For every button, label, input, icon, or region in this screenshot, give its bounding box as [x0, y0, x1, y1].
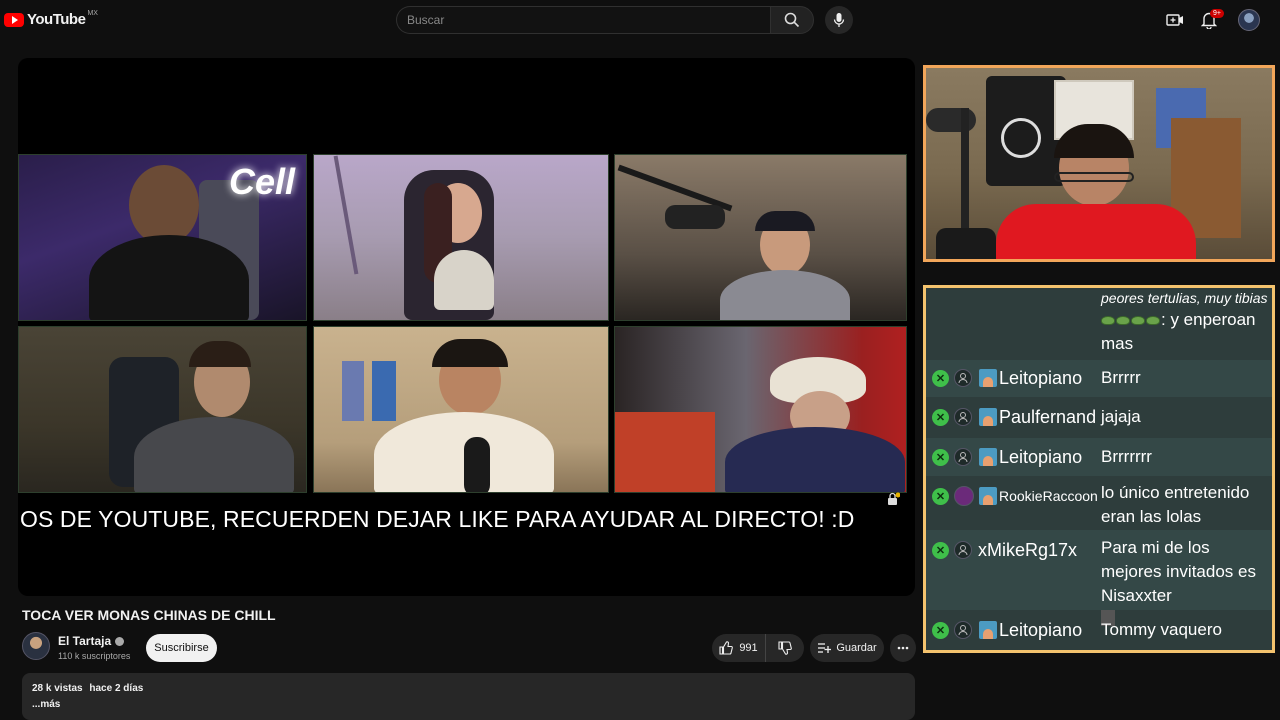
subscriber-badge-icon — [979, 369, 997, 387]
verified-icon — [115, 637, 125, 647]
stream-tile-2 — [313, 154, 609, 321]
cell-neon-sign: Cell — [229, 161, 296, 202]
partial-line-2-text: : y enperoan — [1161, 310, 1256, 329]
chat-text: lo único entretenido eran las lolas — [1101, 483, 1250, 526]
chat-username: Paulfernand — [999, 407, 1097, 427]
video-title: TOCA VER MONAS CHINAS DE CHILL — [22, 607, 276, 623]
partial-line-3: mas — [1101, 334, 1134, 353]
subscribe-button[interactable]: Suscribirse — [146, 634, 217, 662]
logo-text: YouTube — [27, 11, 86, 28]
notification-count-badge: 9+ — [1210, 9, 1224, 18]
chat-username: Leitopiano — [999, 447, 1083, 467]
chat-text: Brrrrrrr — [1101, 447, 1152, 466]
create-button[interactable] — [1165, 10, 1185, 30]
view-count: 28 k vistas — [32, 683, 83, 694]
account-avatar[interactable] — [1238, 9, 1260, 31]
save-button[interactable]: Guardar — [810, 634, 884, 662]
like-count: 991 — [739, 642, 758, 654]
subscriber-badge-icon — [979, 487, 997, 505]
show-more-link[interactable]: ...más — [32, 699, 905, 710]
youtube-logo[interactable]: YouTube MX — [4, 10, 98, 28]
search-box — [396, 6, 770, 34]
chat-message: ✕ Leitopiano Brrrrr — [926, 360, 1272, 397]
stream-tile-3 — [614, 154, 907, 321]
create-video-icon — [1166, 14, 1183, 26]
chat-username: Leitopiano — [999, 620, 1083, 640]
user-badge-icon — [954, 448, 972, 466]
thumbs-up-icon — [719, 641, 734, 655]
description-box[interactable]: 28 k vistas hace 2 días ...más — [22, 673, 915, 720]
moderator-badge-icon: ✕ — [932, 488, 949, 505]
like-dislike-group: 991 — [712, 634, 804, 662]
upload-date: hace 2 días — [89, 683, 144, 694]
chat-text: Tommy vaquero — [1101, 620, 1222, 639]
chat-message: ✕ RookieRaccoon lo único entretenido era… — [926, 477, 1272, 529]
more-actions-button[interactable] — [890, 634, 916, 662]
chat-message: ✕ Paulfernand jajaja — [926, 398, 1272, 437]
chat-partial-message: peores tertulias, muy tibias : y enperoa… — [926, 288, 1272, 360]
lock-icon — [888, 492, 900, 505]
top-bar: YouTube MX 9+ — [0, 0, 1280, 42]
dislike-button[interactable] — [766, 634, 804, 662]
like-button[interactable]: 991 — [712, 634, 766, 662]
channel-name[interactable]: El Tartaja — [58, 634, 111, 648]
moderator-badge-icon: ✕ — [932, 622, 949, 639]
chat-text: Brrrrr — [1101, 368, 1141, 387]
moderator-badge-icon: ✕ — [932, 449, 949, 466]
moderator-badge-icon: ✕ — [932, 409, 949, 426]
partial-line-2: : y enperoan — [1101, 310, 1256, 330]
subscriber-badge-icon — [979, 408, 997, 426]
chat-username: xMikeRg17x — [978, 540, 1078, 560]
search-icon — [784, 12, 800, 28]
chat-message: ✕ Leitopiano Brrrrrrr — [926, 438, 1272, 476]
raccoon-badge-icon — [954, 486, 974, 506]
stream-tile-6 — [614, 326, 907, 493]
save-label: Guardar — [836, 642, 877, 654]
stream-tile-1: Cell — [18, 154, 307, 321]
search-input[interactable] — [407, 13, 770, 27]
chat-text: jajaja — [1101, 407, 1141, 426]
channel-avatar[interactable] — [22, 632, 50, 660]
chat-text-content: Para mi de los mejores invitados es Nisa… — [1101, 538, 1256, 605]
country-code: MX — [87, 10, 98, 17]
chat-username: Leitopiano — [999, 368, 1083, 388]
subscriber-badge-icon — [979, 621, 997, 639]
stream-tile-5 — [313, 326, 609, 493]
thumbs-down-icon — [778, 641, 792, 655]
chat-username: RookieRaccoon — [999, 488, 1098, 504]
video-player[interactable]: Cell OS DE YOUTUBE, RECUERDEN DEJAR LIKE… — [18, 58, 915, 596]
frog-emote-icon — [1131, 316, 1145, 325]
description-meta: 28 k vistas hace 2 días — [32, 683, 905, 694]
streamer-camera — [923, 65, 1275, 262]
chat-message: ✕ xMikeRg17x Para mi de los mejores invi… — [926, 530, 1272, 626]
channel-name-row[interactable]: El Tartaja — [58, 634, 125, 648]
voice-search-button[interactable] — [825, 6, 853, 34]
frog-emote-icon — [1146, 316, 1160, 325]
frog-emote-icon — [1116, 316, 1130, 325]
frog-emote-icon — [1101, 316, 1115, 325]
live-chat-overlay: peores tertulias, muy tibias : y enperoa… — [923, 285, 1275, 653]
user-badge-icon — [954, 541, 972, 559]
more-horizontal-icon — [897, 646, 909, 650]
youtube-play-icon — [4, 12, 24, 27]
stream-tile-4 — [18, 326, 307, 493]
moderator-badge-icon: ✕ — [932, 370, 949, 387]
scrolling-banner: OS DE YOUTUBE, RECUERDEN DEJAR LIKE PARA… — [20, 506, 855, 532]
chat-message: ✕ Leitopiano Tommy vaquero — [926, 611, 1272, 650]
user-badge-icon — [954, 369, 972, 387]
moderator-badge-icon: ✕ — [932, 542, 949, 559]
microphone-icon — [833, 13, 845, 27]
partial-line-1: peores tertulias, muy tibias — [1101, 290, 1268, 306]
user-badge-icon — [954, 621, 972, 639]
subscriber-badge-icon — [979, 448, 997, 466]
search-button[interactable] — [770, 6, 814, 34]
save-playlist-icon — [818, 643, 832, 653]
user-badge-icon — [954, 408, 972, 426]
subscriber-count: 110 k suscriptores — [58, 651, 131, 661]
